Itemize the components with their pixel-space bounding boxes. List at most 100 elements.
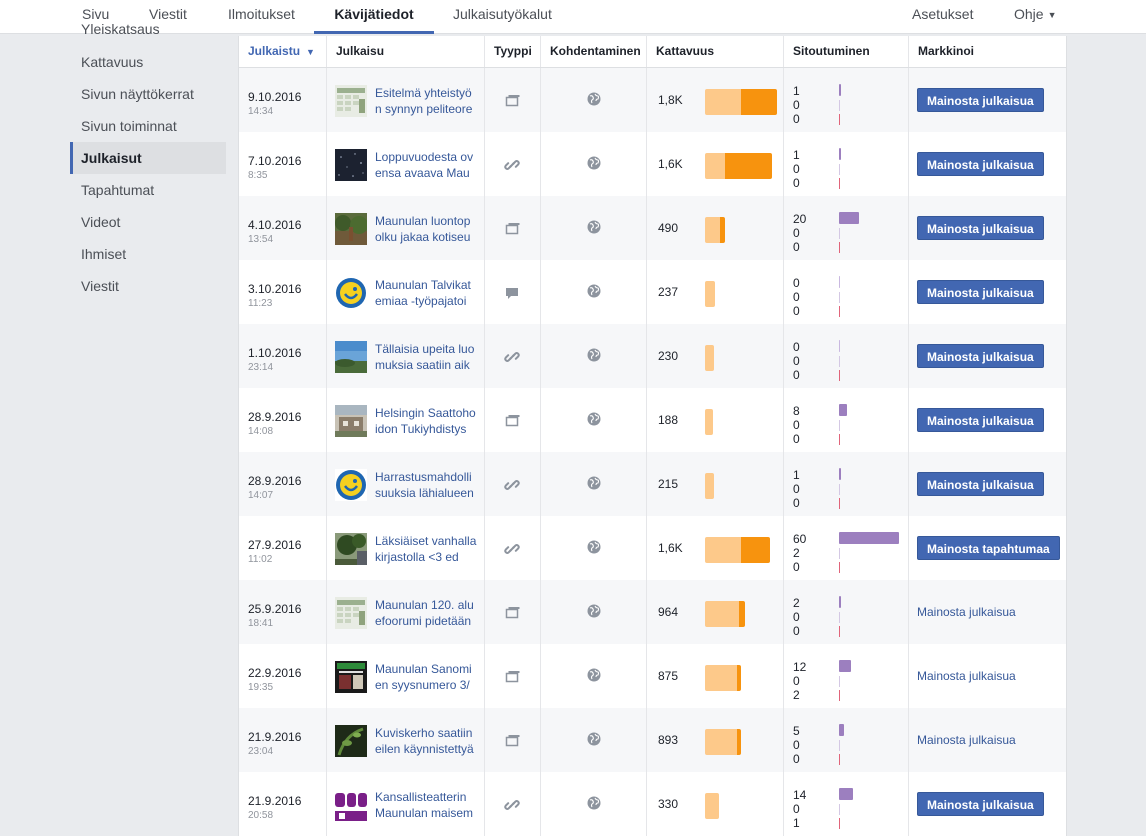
post-title-link[interactable]: Helsingin Saattohoidon Tukiyhdistys — [375, 405, 477, 437]
engagement-bar[interactable] — [839, 660, 851, 672]
post-title-link[interactable]: Kansallisteatterin Maunulan maisem — [375, 789, 477, 821]
reach-bar[interactable] — [705, 153, 772, 179]
post-title-link[interactable]: Läksiäiset vanhalla kirjastolla <3 ed — [375, 533, 477, 565]
reach-cell: 188 — [646, 388, 783, 452]
reach-bar[interactable] — [705, 89, 777, 115]
engagement-bar[interactable] — [839, 404, 847, 416]
help-menu[interactable]: Ohje ▼ — [1014, 0, 1057, 34]
engagement-bar[interactable] — [839, 724, 844, 736]
column-header-date[interactable]: Julkaistu ▼ — [239, 36, 326, 67]
tab-julkaisutyokalut[interactable]: Julkaisutyökalut — [453, 0, 552, 34]
reach-bar[interactable] — [705, 473, 714, 499]
reach-bar[interactable] — [705, 409, 713, 435]
post-thumbnail[interactable] — [335, 85, 367, 117]
sidebar-item-page-actions[interactable]: Sivun toiminnat — [70, 110, 226, 142]
promote-link[interactable]: Mainosta julkaisua — [917, 605, 1016, 619]
post-title-link[interactable]: Harrastusmahdollisuuksia lähialueen — [375, 469, 477, 501]
post-thumbnail[interactable] — [335, 341, 367, 373]
sidebar-item-events[interactable]: Tapahtumat — [70, 174, 226, 206]
engagement-bar-secondary — [839, 164, 840, 175]
column-header-engagement[interactable]: Sitoutuminen — [783, 36, 908, 67]
reach-bar[interactable] — [705, 601, 745, 627]
engagement-bar[interactable] — [839, 788, 853, 800]
engagement-cell: 1 0 0 — [783, 68, 908, 132]
promote-button[interactable]: Mainosta julkaisua — [917, 152, 1044, 176]
reach-bar[interactable] — [705, 793, 719, 819]
column-header-reach[interactable]: Kattavuus — [646, 36, 783, 67]
reach-bar-organic — [705, 89, 741, 115]
engagement-bar[interactable] — [839, 340, 840, 352]
post-thumbnail[interactable] — [335, 469, 367, 501]
sidebar-item-reach[interactable]: Kattavuus — [70, 46, 226, 78]
targeting-cell — [540, 708, 646, 772]
reach-bar[interactable] — [705, 537, 770, 563]
promote-button[interactable]: Mainosta julkaisua — [917, 408, 1044, 432]
sidebar-item-people[interactable]: Ihmiset — [70, 238, 226, 270]
promote-button[interactable]: Mainosta tapahtumaa — [917, 536, 1060, 560]
post-title-link[interactable]: Maunulan Sanomien syysnumero 3/ — [375, 661, 477, 693]
engagement-bar[interactable] — [839, 468, 841, 480]
post-date: 21.9.2016 — [248, 794, 302, 808]
promote-button[interactable]: Mainosta julkaisua — [917, 216, 1044, 240]
sidebar-item-page-views[interactable]: Sivun näyttökerrat — [70, 78, 226, 110]
post-title-link[interactable]: Loppuvuodesta ovensa avaava Mau — [375, 149, 477, 181]
table-header: Julkaistu ▼ Julkaisu Tyyppi Kohdentaminen… — [239, 36, 1066, 68]
post-cell: Helsingin Saattohoidon Tukiyhdistys — [326, 388, 484, 452]
engagement-bar-negative — [839, 498, 840, 509]
reach-value: 215 — [658, 477, 679, 491]
engagement-clicks: 1 — [793, 148, 800, 162]
engagement-bar[interactable] — [839, 596, 841, 608]
post-title-link[interactable]: Maunulan 120. aluefoorumi pidetään — [375, 597, 477, 629]
post-title-link[interactable]: Esitelmä yhteistyön synnyn peliteore — [375, 85, 477, 117]
engagement-negative: 0 — [793, 432, 800, 446]
promote-button[interactable]: Mainosta julkaisua — [917, 344, 1044, 368]
table-row: 22.9.2016 19:35 Maunulan Sanomien syysnu… — [239, 644, 1066, 708]
promote-link[interactable]: Mainosta julkaisua — [917, 669, 1016, 683]
post-thumbnail[interactable] — [335, 597, 367, 629]
reach-bar[interactable] — [705, 665, 741, 691]
engagement-bar-negative — [839, 562, 840, 573]
post-thumbnail[interactable] — [335, 661, 367, 693]
post-thumbnail[interactable] — [335, 149, 367, 181]
engagement-bar[interactable] — [839, 276, 840, 288]
table-row: 4.10.2016 13:54 Maunulan luontopolku jak… — [239, 196, 1066, 260]
reach-bar[interactable] — [705, 729, 741, 755]
post-thumbnail[interactable] — [335, 213, 367, 245]
sidebar-item-videos[interactable]: Videot — [70, 206, 226, 238]
reach-bar[interactable] — [705, 217, 725, 243]
engagement-bar[interactable] — [839, 148, 841, 160]
post-thumbnail[interactable] — [335, 277, 367, 309]
post-title-link[interactable]: Tällaisia upeita luomuksia saatiin aik — [375, 341, 477, 373]
post-thumbnail[interactable] — [335, 725, 367, 757]
tab-ilmoitukset[interactable]: Ilmoitukset — [228, 0, 295, 34]
sidebar-item-posts[interactable]: Julkaisut — [70, 142, 226, 174]
engagement-cell: 5 0 0 — [783, 708, 908, 772]
reach-bar-paid — [741, 537, 770, 563]
post-thumbnail[interactable] — [335, 533, 367, 565]
post-thumbnail[interactable] — [335, 789, 367, 821]
sidebar-item-messages[interactable]: Viestit — [70, 270, 226, 302]
globe-icon — [587, 668, 601, 682]
engagement-bar[interactable] — [839, 84, 841, 96]
reach-bar[interactable] — [705, 345, 714, 371]
post-title-link[interactable]: Maunulan luontopolku jakaa kotiseu — [375, 213, 477, 245]
globe-icon — [587, 732, 601, 746]
promote-button[interactable]: Mainosta julkaisua — [917, 280, 1044, 304]
post-thumbnail[interactable] — [335, 405, 367, 437]
tab-kavijatiedot[interactable]: Kävijätiedot — [314, 0, 434, 34]
promote-cell: Mainosta julkaisua — [908, 388, 1066, 452]
sidebar-item-overview[interactable]: Yleiskatsaus — [81, 22, 160, 38]
engagement-bar[interactable] — [839, 212, 859, 224]
promote-link[interactable]: Mainosta julkaisua — [917, 733, 1016, 747]
promote-button[interactable]: Mainosta julkaisua — [917, 792, 1044, 816]
post-title-link[interactable]: Kuviskerho saatiin eilen käynnistettyä — [375, 725, 477, 757]
settings-link[interactable]: Asetukset — [912, 0, 973, 34]
reach-bar-organic — [705, 729, 737, 755]
promote-button[interactable]: Mainosta julkaisua — [917, 472, 1044, 496]
promote-button[interactable]: Mainosta julkaisua — [917, 88, 1044, 112]
post-cell: Maunulan Sanomien syysnumero 3/ — [326, 644, 484, 708]
reach-bar[interactable] — [705, 281, 715, 307]
post-cell: Maunulan luontopolku jakaa kotiseu — [326, 196, 484, 260]
post-title-link[interactable]: Maunulan Talvikatemiaa -työpajatoi — [375, 277, 477, 309]
engagement-bar[interactable] — [839, 532, 899, 544]
